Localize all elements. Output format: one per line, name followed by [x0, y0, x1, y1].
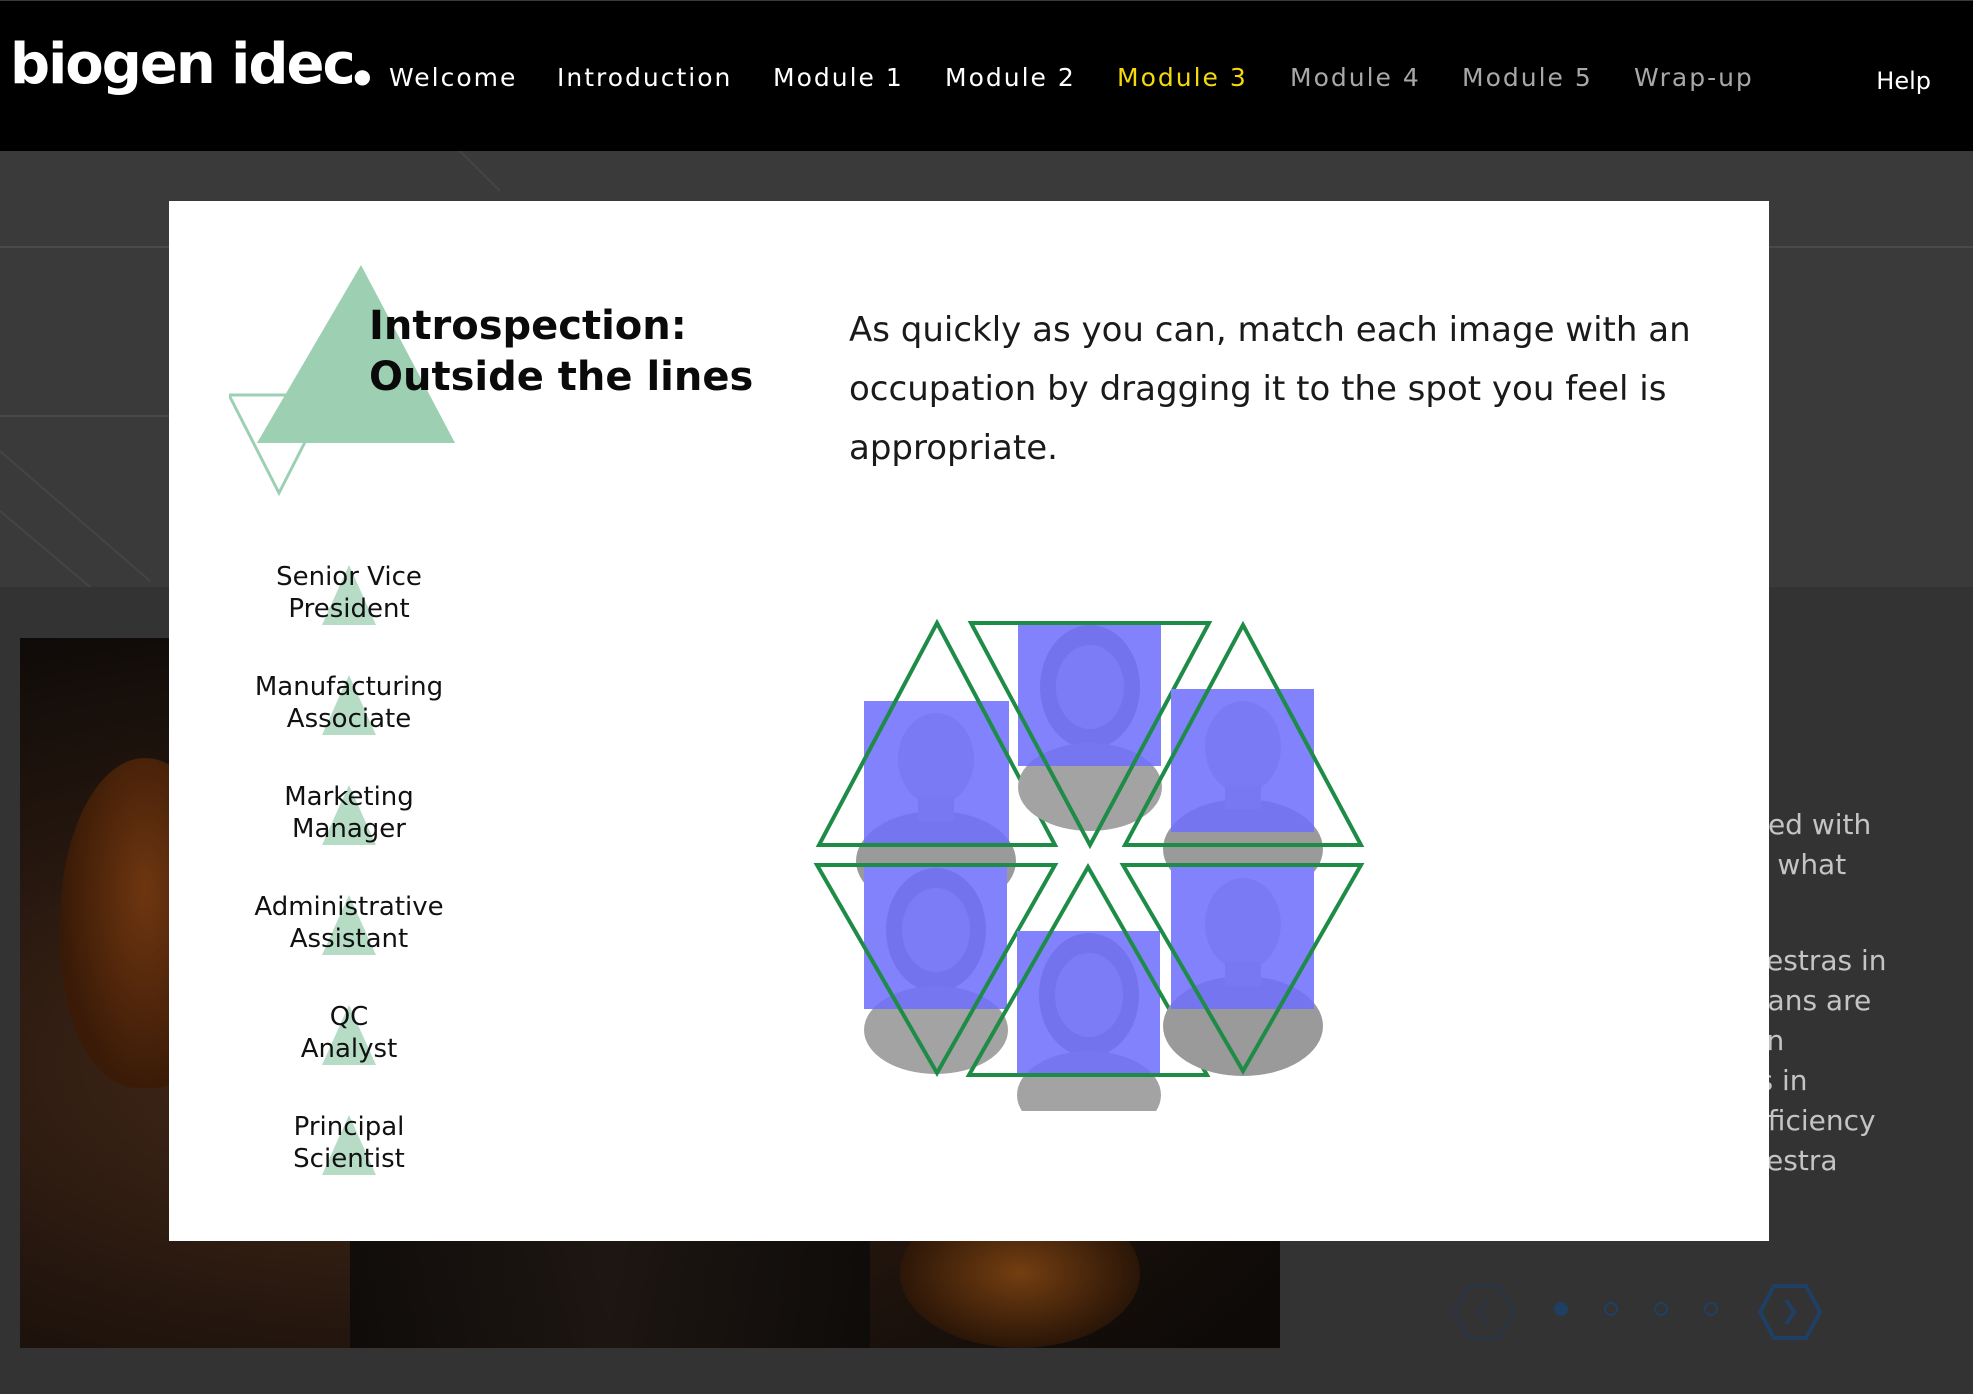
occupation-manufacturing-associate[interactable]: Manufacturing Associate: [229, 671, 469, 751]
nav-module-3[interactable]: Module 3: [1117, 63, 1248, 92]
introspection-modal: Introspection: Outside the lines As quic…: [169, 201, 1769, 1241]
modal-title-line-1: Introspection:: [369, 303, 687, 349]
occupation-label-line-2: President: [288, 594, 410, 624]
occupation-qc-analyst[interactable]: QC Analyst: [229, 1001, 469, 1081]
nav-module-2[interactable]: Module 2: [945, 63, 1076, 92]
nav-module-1[interactable]: Module 1: [773, 63, 904, 92]
photo-drop-hexagon: [813, 618, 1365, 1111]
occupation-label-line-1: Senior Vice: [276, 562, 422, 592]
top-navigation-bar: biogen idec● Welcome Introduction Module…: [0, 0, 1973, 152]
occupation-marketing-manager[interactable]: Marketing Manager: [229, 781, 469, 861]
occupation-label-line-2: Analyst: [300, 1034, 398, 1064]
occupation-label-line-1: QC: [329, 1002, 369, 1032]
carousel-dot[interactable]: [1604, 1302, 1618, 1316]
chevron-right-icon[interactable]: [1758, 1282, 1822, 1342]
nav-introduction[interactable]: Introduction: [557, 63, 732, 92]
occupation-label-line-2: Manager: [292, 814, 406, 844]
help-link[interactable]: Help: [1876, 67, 1931, 95]
nav-module-5[interactable]: Module 5: [1462, 63, 1593, 92]
portrait-blonde-woman-icon: [1018, 623, 1161, 766]
nav-wrap-up[interactable]: Wrap-up: [1634, 63, 1754, 92]
modal-title: Introspection: Outside the lines: [369, 301, 789, 403]
occupation-label-line-1: Marketing: [284, 782, 414, 812]
logo-text: biogen idec: [10, 32, 356, 97]
carousel-dot[interactable]: [1704, 1302, 1718, 1316]
chevron-left-icon[interactable]: [1452, 1282, 1516, 1342]
nav-welcome[interactable]: Welcome: [389, 63, 517, 92]
occupation-label-line-2: Assistant: [289, 924, 409, 954]
logo-dot: ●: [353, 64, 372, 88]
biogen-idec-logo[interactable]: biogen idec●: [10, 37, 372, 93]
occupation-administrative-assistant[interactable]: Administrative Assistant: [229, 891, 469, 971]
occupation-label-line-2: Associate: [286, 704, 412, 734]
modal-title-line-2: Outside the lines: [369, 354, 754, 400]
carousel-controls: [1452, 1282, 1832, 1342]
nav-module-4[interactable]: Module 4: [1290, 63, 1421, 92]
portrait-asian-man-icon: [1171, 689, 1314, 832]
carousel-dot[interactable]: [1654, 1302, 1668, 1316]
activity-instructions: As quickly as you can, match each image …: [849, 310, 1691, 468]
carousel-dot[interactable]: [1554, 1302, 1568, 1316]
occupation-label-line-1: Manufacturing: [254, 672, 444, 702]
occupation-senior-vice-president[interactable]: Senior Vice President: [229, 561, 469, 641]
occupation-label-line-1: Administrative: [254, 892, 444, 922]
occupation-principal-scientist[interactable]: Principal Scientist: [229, 1111, 469, 1191]
occupation-label-line-1: Principal: [293, 1112, 405, 1142]
occupation-label-line-2: Scientist: [293, 1144, 405, 1174]
